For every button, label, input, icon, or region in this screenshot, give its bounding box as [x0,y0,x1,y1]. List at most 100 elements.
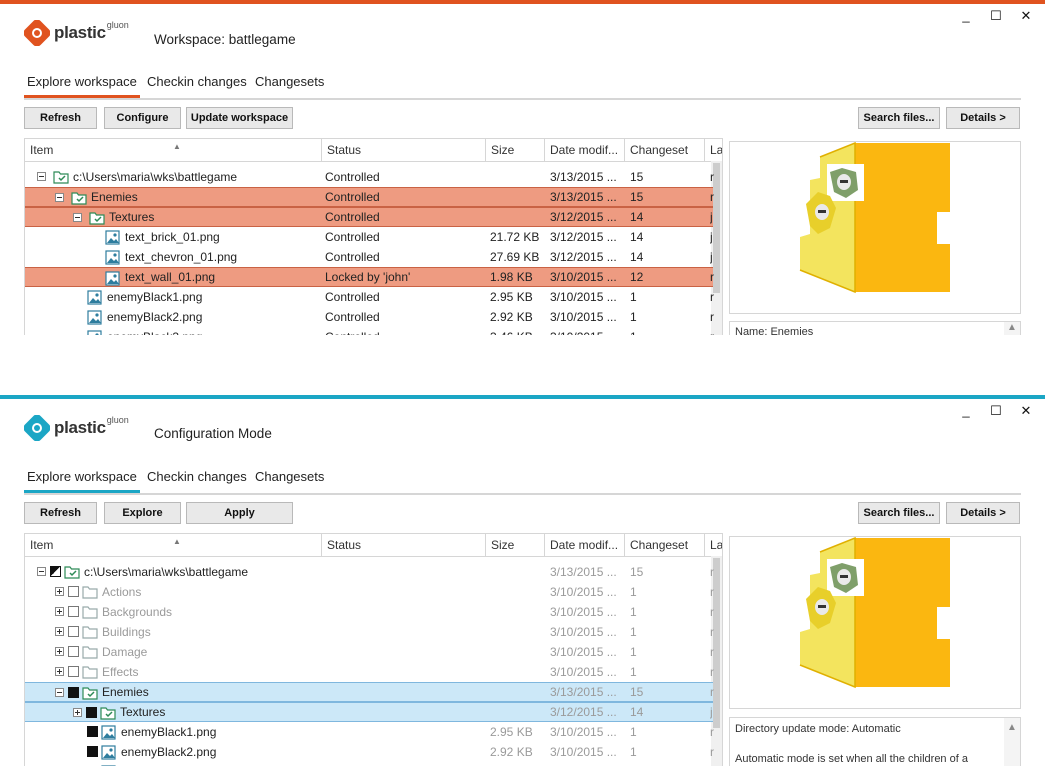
cell-size: 3.46 KB [490,762,545,766]
table-row[interactable]: c:\Users\maria\wks\battlegame 3/13/2015 .… [25,562,714,582]
expand-toggle-icon[interactable] [73,213,82,222]
expand-toggle-icon[interactable] [55,193,64,202]
tab-explore-workspace[interactable]: Explore workspace [24,467,140,493]
plastic-logo-icon [24,20,50,46]
table-row[interactable]: enemyBlack1.png 2.95 KB 3/10/2015 ... 1 r [25,722,714,742]
details-button[interactable]: Details > [946,502,1020,524]
table-row[interactable]: enemyBlack3.png3.46 KB3/10/2015 ...1r [25,762,714,766]
column-changeset[interactable]: Changeset [625,534,705,556]
table-row[interactable]: Textures 3/12/2015 ... 14 j [25,702,713,722]
cell-last: r [710,585,714,599]
row-checkbox[interactable] [68,666,79,677]
row-checkbox[interactable] [86,707,97,718]
row-checkbox[interactable] [68,606,79,617]
cell-changeset: 15 [630,170,644,184]
cell-changeset: 1 [630,605,637,619]
expand-toggle-icon[interactable] [55,688,64,697]
column-date[interactable]: Date modif... [545,534,625,556]
tab-checkin-changes[interactable]: Checkin changes [144,72,250,95]
row-checkbox[interactable] [68,687,79,698]
expand-toggle-icon[interactable] [37,172,46,181]
table-row[interactable]: text_wall_01.png Locked by 'john' 1.98 KB 3… [25,267,714,287]
configure-button[interactable]: Configure [104,107,181,129]
table-row[interactable]: Actions 3/10/2015 ... 1 r [25,582,714,602]
cell-date: 3/10/2015 ... [550,310,617,324]
refresh-button[interactable]: Refresh [24,107,97,129]
apply-button[interactable]: Apply [186,502,293,524]
column-last[interactable]: La [705,139,722,161]
folder-icon [100,706,116,723]
window-title: Configuration Mode [154,426,272,441]
search-files-button[interactable]: Search files... [858,107,940,129]
cell-changeset: 1 [630,745,637,759]
cell-last: r [710,762,720,766]
table-row[interactable]: text_brick_01.png Controlled 21.72 KB 3/12/… [25,227,713,247]
cell-item: Enemies [102,685,149,699]
info-scrollbar[interactable]: ▲ [1004,322,1020,335]
row-checkbox[interactable] [68,626,79,637]
minimize-button[interactable]: _ [959,8,973,24]
cell-item: enemyBlack1.png [121,725,217,739]
table-row[interactable]: Textures Controlled 3/12/2015 ... 14 j [25,207,713,227]
maximize-button[interactable]: ☐ [989,8,1003,24]
row-checkbox[interactable] [68,586,79,597]
cell-changeset: 15 [630,685,644,699]
table-row[interactable]: enemyBlack3.pngControlled 3.46 KB 3/10/201… [25,327,714,335]
row-checkbox[interactable] [87,726,98,737]
table-row[interactable]: Buildings 3/10/2015 ... 1 r [25,622,714,642]
expand-toggle-icon[interactable] [73,708,82,717]
table-row[interactable]: text_chevron_01.png Controlled 27.69 KB 3/1… [25,247,713,267]
tab-changesets[interactable]: Changesets [252,72,327,95]
cell-size [490,642,545,662]
logo-text: plastic [54,418,106,437]
minimize-button[interactable]: _ [959,403,973,419]
cell-changeset: 14 [630,210,644,224]
column-item[interactable]: Item ▲ [25,139,322,161]
close-button[interactable]: ✕ [1019,8,1033,24]
table-row[interactable]: c:\Users\maria\wks\battlegame Controlled 3… [25,167,714,187]
table-row[interactable]: enemyBlack2.png Controlled 2.92 KB 3/10/201… [25,307,714,327]
cell-size [490,622,545,642]
table-row[interactable]: Backgrounds 3/10/2015 ... 1 r [25,602,714,622]
column-status[interactable]: Status [322,139,486,161]
tab-checkin-changes[interactable]: Checkin changes [144,467,250,490]
column-status[interactable]: Status [322,534,486,556]
update-workspace-button[interactable]: Update workspace [186,107,293,129]
search-files-button[interactable]: Search files... [858,502,940,524]
table-row[interactable]: Enemies 3/13/2015 ... 15 r [25,682,714,702]
expand-toggle-icon[interactable] [37,567,46,576]
close-button[interactable]: ✕ [1019,403,1033,419]
tab-explore-workspace[interactable]: Explore workspace [24,72,140,98]
cell-size: 1.98 KB [490,270,533,284]
expand-toggle-icon[interactable] [55,627,64,636]
table-row[interactable]: Damage 3/10/2015 ... 1 r [25,642,714,662]
table-row[interactable]: Enemies Controlled 3/13/2015 ... 15 r [25,187,714,207]
refresh-button[interactable]: Refresh [24,502,97,524]
details-button[interactable]: Details > [946,107,1020,129]
row-checkbox[interactable] [50,566,61,577]
info-scrollbar[interactable]: ▲ [1004,718,1020,766]
expand-toggle-icon[interactable] [55,647,64,656]
column-date[interactable]: Date modif... [545,139,625,161]
scroll-up-icon[interactable]: ▲ [1007,322,1017,333]
table-row[interactable]: enemyBlack2.png 2.92 KB 3/10/2015 ... 1 r [25,742,714,762]
expand-toggle-icon[interactable] [55,667,64,676]
column-size[interactable]: Size [486,534,545,556]
cell-item: Buildings [102,625,151,639]
column-size[interactable]: Size [486,139,545,161]
maximize-button[interactable]: ☐ [989,403,1003,419]
column-last[interactable]: La [705,534,722,556]
cell-changeset: 1 [630,625,637,639]
tab-changesets[interactable]: Changesets [252,467,327,490]
column-changeset[interactable]: Changeset [625,139,705,161]
expand-toggle-icon[interactable] [55,607,64,616]
scroll-up-icon[interactable]: ▲ [1007,722,1017,733]
column-item[interactable]: Item ▲ [25,534,322,556]
table-row[interactable]: Effects 3/10/2015 ... 1 r [25,662,714,682]
row-checkbox[interactable] [68,646,79,657]
expand-toggle-icon[interactable] [55,587,64,596]
row-checkbox[interactable] [87,746,98,757]
table-row[interactable]: enemyBlack1.png Controlled 2.95 KB 3/10/201… [25,287,714,307]
explore-button[interactable]: Explore [104,502,181,524]
cell-item: Damage [102,645,148,659]
